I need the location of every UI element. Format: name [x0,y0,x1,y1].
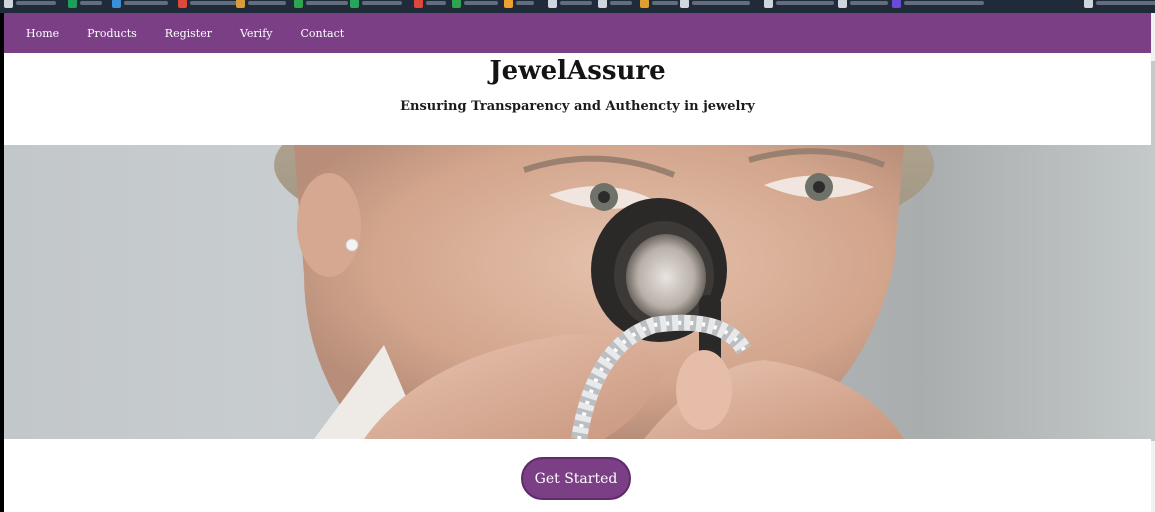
bookmark-icon [452,0,461,8]
nav-contact-link[interactable]: Contact [301,27,345,40]
bookmark-item[interactable] [236,0,286,9]
bookmark-item[interactable] [892,0,984,9]
earring [345,238,359,252]
nav-register-link[interactable]: Register [165,27,212,40]
bookmark-item[interactable] [350,0,402,9]
bookmark-icon [350,0,359,8]
bookmark-item[interactable] [504,0,534,9]
bookmark-icon [414,0,423,8]
bookmark-icon [178,0,187,8]
bookmark-icon [892,0,901,8]
bookmark-item[interactable] [294,0,348,9]
loupe-lens [626,234,706,320]
site-tagline: Ensuring Transparency and Authencty in j… [400,99,755,114]
nav-home-link[interactable]: Home [26,27,59,40]
bookmark-item[interactable] [112,0,168,9]
bookmark-icon [112,0,121,8]
top-navbar: Home Products Register Verify Contact [4,13,1151,53]
bookmark-item[interactable] [548,0,592,9]
bookmark-icon [294,0,303,8]
bookmark-item[interactable] [680,0,750,9]
bookmark-icon [4,0,13,8]
hero-image [4,145,1151,439]
bookmark-icon [1084,0,1093,8]
bookmark-icon [548,0,557,8]
bookmark-item[interactable] [764,0,834,9]
hero-jeweler-loupe-illustration [274,145,934,439]
bookmark-icon [68,0,77,8]
bookmark-icon [764,0,773,8]
nav-verify-link[interactable]: Verify [240,27,273,40]
bookmark-item[interactable] [598,0,632,9]
bookmark-icon [598,0,607,8]
bookmark-item[interactable] [4,0,56,9]
bookmark-item[interactable] [452,0,498,9]
bookmark-icon [504,0,513,8]
page-scrollbar[interactable] [1151,13,1155,512]
bookmark-icon [838,0,847,8]
site-title: JewelAssure [489,56,666,86]
bookmark-item[interactable] [1084,0,1155,9]
bookmark-icon [236,0,245,8]
bookmark-item[interactable] [68,0,102,9]
scrollbar-thumb[interactable] [1151,61,1155,441]
bookmark-item[interactable] [414,0,446,9]
browser-bookmarks-bar [0,0,1155,13]
nav-products-link[interactable]: Products [87,27,137,40]
get-started-button[interactable]: Get Started [521,457,631,500]
bookmark-icon [640,0,649,8]
bookmark-item[interactable] [838,0,888,9]
bookmark-icon [680,0,689,8]
bookmark-item[interactable] [640,0,678,9]
bookmark-item[interactable] [178,0,238,9]
